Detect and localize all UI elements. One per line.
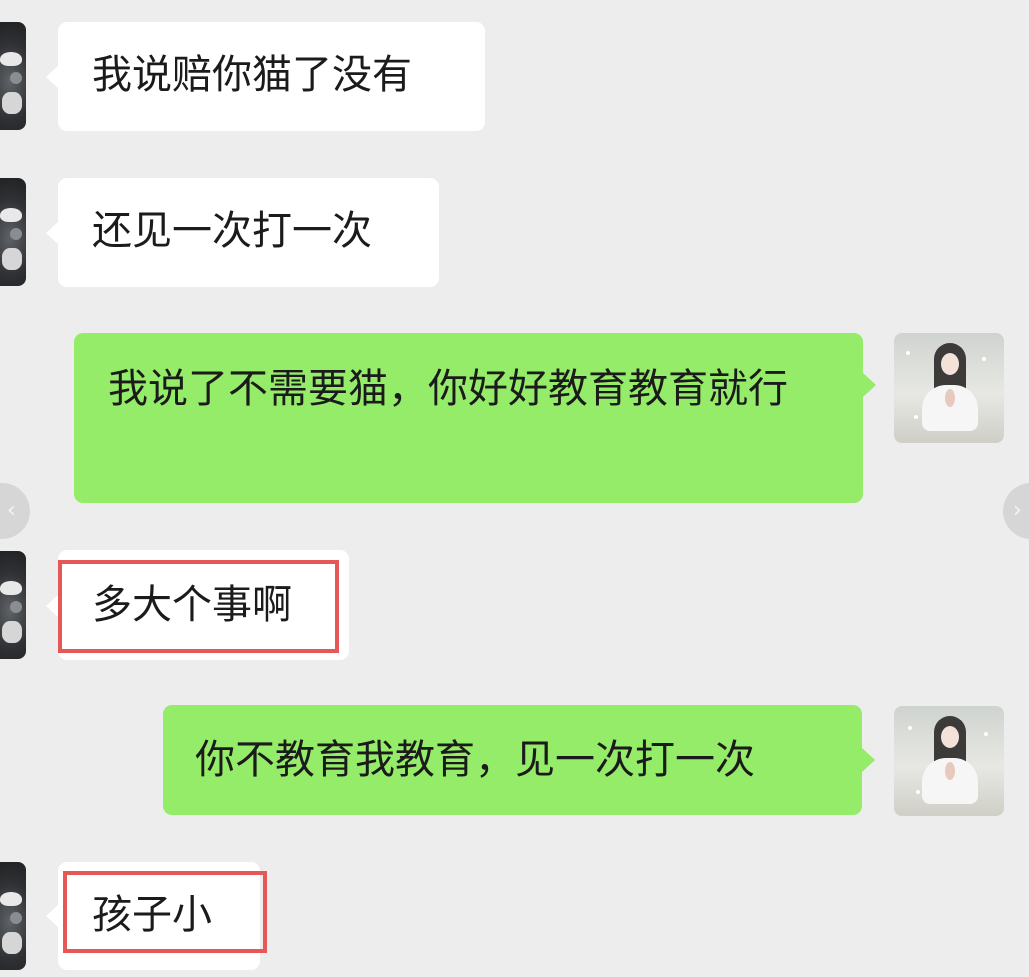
my-avatar-icon[interactable] — [894, 333, 1004, 443]
my-avatar-icon[interactable] — [894, 706, 1004, 816]
highlight-box — [58, 560, 339, 653]
bubble-tail — [46, 904, 59, 928]
bubble-tail — [46, 221, 59, 245]
bubble-tail — [863, 373, 876, 397]
message-bubble-outgoing[interactable]: 我说了不需要猫，你好好教育教育就行 — [74, 333, 876, 503]
message-bubble-outgoing[interactable]: 你不教育我教育，见一次打一次 — [163, 705, 875, 815]
contact-avatar-icon[interactable] — [0, 551, 26, 659]
message-text: 我说赔你猫了没有 — [92, 52, 412, 98]
message-text: 还见一次打一次 — [92, 208, 372, 254]
message-bubble-incoming[interactable]: 还见一次打一次 — [46, 178, 439, 287]
message-text: 我说了不需要猫，你好好教育教育就行 — [108, 366, 788, 412]
chevron-left-icon[interactable]: ‹ — [0, 483, 30, 539]
message-bubble-incoming[interactable]: 我说赔你猫了没有 — [46, 22, 485, 131]
message-text: 你不教育我教育，见一次打一次 — [195, 737, 755, 783]
contact-avatar-icon[interactable] — [0, 22, 26, 130]
bubble-tail — [46, 65, 59, 89]
chevron-right-icon[interactable]: › — [1003, 483, 1029, 539]
highlight-box — [63, 871, 267, 953]
bubble-tail — [862, 748, 875, 772]
contact-avatar-icon[interactable] — [0, 862, 26, 970]
contact-avatar-icon[interactable] — [0, 178, 26, 286]
